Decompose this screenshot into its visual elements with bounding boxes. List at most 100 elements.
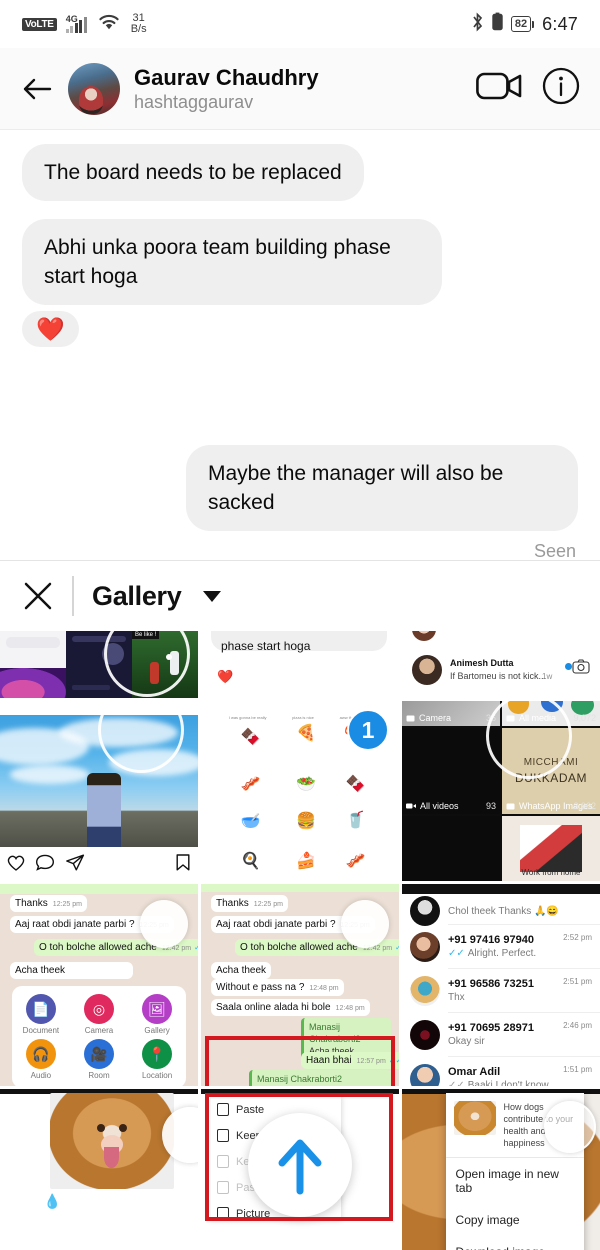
status-bar-left: VoLTE 4G 31 B/s (22, 12, 147, 37)
chat-line: Haan bhai 12:57 pm ✓✓ (301, 1052, 399, 1069)
info-icon[interactable] (542, 67, 580, 110)
thumb-time: 1w (542, 672, 553, 681)
close-icon[interactable] (22, 580, 54, 612)
toolbar-divider (72, 576, 74, 616)
list-item[interactable]: +91 96586 73251 Thx 2:51 pm (402, 970, 600, 1012)
chevron-down-icon[interactable] (203, 590, 222, 602)
gallery-item-instagram-feed-shot[interactable]: Animesh Dutta If Bartomeu is not kick...… (402, 631, 600, 698)
gallery-item-gallery-folders-shot[interactable]: Camera 36 All media 9,072 All videos 93 … (402, 701, 600, 881)
folder-label: Camera (406, 713, 451, 723)
menu-item-copy-image[interactable]: Copy image (446, 1204, 585, 1236)
wifi-icon (96, 12, 122, 37)
list-item[interactable]: Omar Adil ✓✓ Baaki I don't know 1:51 pm (402, 1058, 600, 1086)
list-item[interactable]: +91 97416 97940 ✓✓ Alright. Perfect. 2:52… (402, 926, 600, 968)
share-icon[interactable] (65, 854, 85, 876)
attachment-camera[interactable]: ◎ Camera (70, 994, 128, 1035)
signal-bars-icon: 4G (65, 14, 87, 33)
video-call-icon[interactable] (476, 69, 522, 108)
menu-item-paste[interactable]: Paste (217, 1103, 264, 1116)
network-speed-unit: B/s (130, 23, 147, 35)
chat-list-screenshot: Chol theek Thanks 🙏😄 +91 97416 97940 ✓✓ A… (402, 884, 600, 1086)
water-drop-icon: 💧 (43, 1193, 61, 1209)
attachment-document[interactable]: 📄 Document (12, 994, 70, 1035)
chat-line: Thanks 12:25 pm (10, 895, 87, 912)
menu-item-open-image[interactable]: Open image in new tab (446, 1158, 585, 1204)
attachment-location[interactable]: 📍 Location (128, 1039, 186, 1080)
attachment-audio[interactable]: 🎧 Audio (12, 1039, 70, 1080)
paste-icon (217, 1103, 229, 1116)
menu-item-picture[interactable]: Picture (217, 1207, 270, 1220)
bookmark-icon[interactable] (174, 853, 192, 877)
menu-item-download-image[interactable]: Download image (446, 1236, 585, 1250)
comment-icon[interactable] (35, 854, 59, 876)
gallery-toolbar: Gallery (0, 561, 600, 631)
gallery-item-food-doodle-sheet[interactable]: 🍫 🍕 🍄 🥓 🥗 🍫 🥣 🍔 🥤 🍳 🍰 🥓 I was gonna be r… (201, 701, 399, 881)
folder-count: 93 (485, 801, 496, 812)
status-bar: VoLTE 4G 31 B/s 82 6:47 (0, 0, 600, 48)
selection-badge[interactable]: 1 (347, 709, 389, 751)
gallery-title[interactable]: Gallery (92, 581, 182, 612)
chat-line: Saala online alada hi bole 12:48 pm (211, 999, 370, 1016)
chat-line: Acha theek (211, 962, 272, 979)
paste-format-icon (217, 1181, 229, 1194)
network-type-label: 4G (65, 14, 78, 24)
gallery-item-dog-photo-shot[interactable]: 💧 (0, 1089, 198, 1250)
folder-label: All videos (406, 801, 459, 811)
photo-thumb (0, 701, 198, 881)
heart-icon[interactable] (6, 855, 30, 876)
folder-count: 2,902 (573, 801, 596, 812)
back-button[interactable] (20, 72, 54, 106)
attachment-gallery[interactable]: 🖼 Gallery (128, 994, 186, 1035)
gallery-item-chrome-image-menu-shot[interactable]: How dogs contribute to your health and h… (402, 1089, 600, 1250)
gallery-item-rooftop-portrait[interactable] (0, 701, 198, 881)
chat-title-block[interactable]: Gaurav Chaudhry hashtaggaurav (134, 65, 462, 113)
menu-header-text: How dogs contribute to your health and h… (503, 1102, 574, 1148)
message-bubble[interactable]: Abhi unka poora team building phase star… (22, 219, 442, 305)
chat-line: O toh bolche allowed ache12:42 pm✓✓ (235, 939, 399, 956)
feed-screenshot: Animesh Dutta If Bartomeu is not kick...… (402, 631, 600, 698)
context-menu-screenshot: Paste Keep S Keep T Paste Format Picture (201, 1089, 399, 1250)
clock: 6:47 (542, 13, 578, 34)
thumbnail-image (453, 1101, 496, 1135)
attachment-row: 📄 Document ◎ Camera 🖼 Gallery (12, 994, 186, 1035)
chat-username: hashtaggaurav (134, 91, 254, 112)
thumb-part-game (66, 631, 132, 698)
battery-icon: 82 (510, 16, 535, 32)
thumb-tag: Be like ! (132, 631, 160, 639)
gallery-item-triple-strip[interactable]: Be like ! (0, 631, 198, 698)
chat-line: Acha theek (10, 962, 133, 979)
gallery-item-whatsapp-reply-shot[interactable]: Thanks 12:25 pm Aaj raat obdi janate parb… (201, 884, 399, 1086)
folder-count: 9,072 (573, 713, 596, 724)
poster-line-1: MICCHAMI (523, 757, 579, 769)
chat-line: Aaj raat obdi janate parbi ? 12:25 pm (211, 916, 375, 933)
post-actions (6, 853, 192, 875)
gallery-item-paste-menu-shot[interactable]: Paste Keep S Keep T Paste Format Picture (201, 1089, 399, 1250)
headphones-icon: 🎧 (25, 1039, 56, 1069)
bluetooth-icon (471, 11, 484, 37)
document-icon: 📄 (25, 994, 56, 1024)
menu-header: How dogs contribute to your health and h… (445, 1093, 585, 1158)
message-bubble[interactable]: The board needs to be replaced (22, 144, 364, 201)
page-title: Gaurav Chaudhry (134, 64, 319, 90)
gallery-item-instagram-chat-shot[interactable]: phase start hoga ❤️ (201, 631, 399, 698)
list-item[interactable]: +91 70695 28971 Okay sir 2:46 pm (402, 1014, 600, 1056)
thumb-user: Animesh Dutta (450, 658, 514, 668)
volte-icon: VoLTE (22, 17, 57, 31)
context-menu-screenshot: How dogs contribute to your health and h… (445, 1093, 585, 1250)
avatar[interactable] (68, 62, 120, 115)
network-speed: 31 B/s (131, 13, 147, 35)
chat-line: Aaj raat obdi janate parbi ? 12:25 pm (10, 916, 174, 933)
keep-text-icon (217, 1155, 229, 1168)
attachment-room[interactable]: 🎥 Room (70, 1039, 128, 1080)
poster-line-2: DUKKADAM (514, 771, 587, 786)
message-bubble[interactable]: Maybe the manager will also be sacked (186, 445, 578, 531)
folder-count: 36 (485, 713, 496, 724)
location-pin-icon: 📍 (142, 1039, 173, 1069)
gallery-item-whatsapp-attach-shot[interactable]: Thanks 12:25 pm Aaj raat obdi janate parb… (0, 884, 198, 1086)
gallery-item-whatsapp-chatlist-shot[interactable]: Chol theek Thanks 🙏😄 +91 97416 97940 ✓✓ A… (402, 884, 600, 1086)
message-list: The board needs to be replaced Abhi unka… (0, 130, 600, 562)
thumb-caption: If Bartomeu is not kick... (450, 671, 547, 681)
attachment-menu: 📄 Document ◎ Camera 🖼 Gallery 🎧 Audio 🎥 … (11, 986, 187, 1086)
message-reaction[interactable]: ❤️ (22, 311, 79, 347)
folder-screenshot: Camera 36 All media 9,072 All videos 93 … (402, 701, 600, 881)
